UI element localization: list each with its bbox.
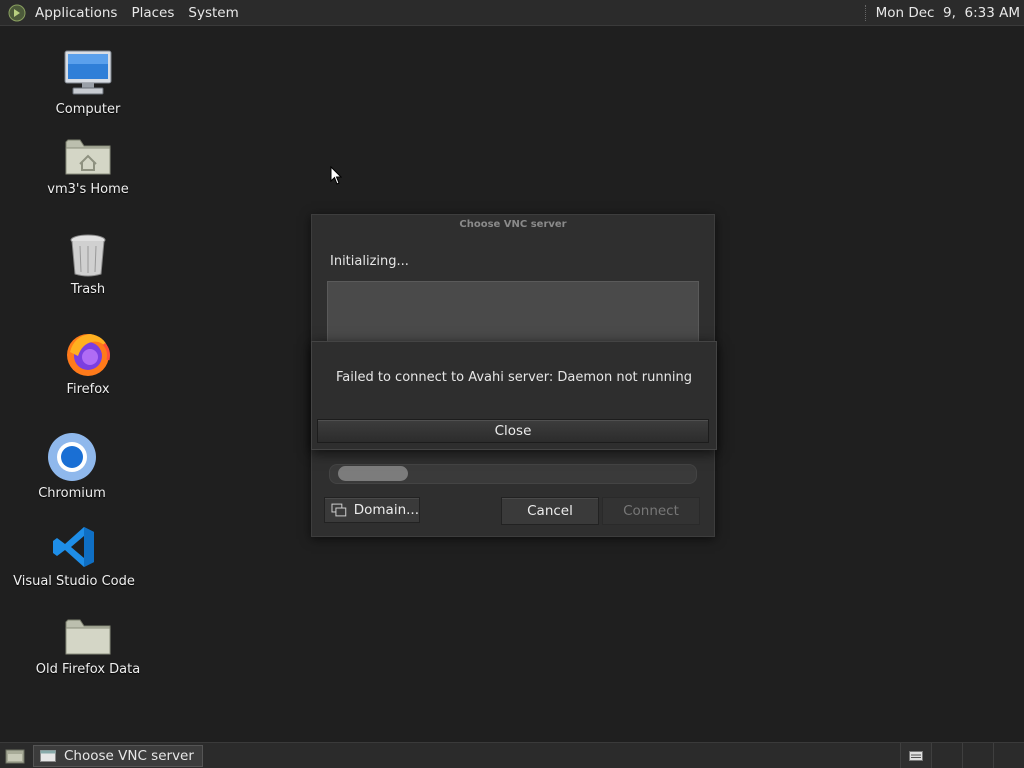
clock[interactable]: Mon Dec 9, 6:33 AM (876, 5, 1020, 21)
menu-places[interactable]: Places (124, 5, 181, 21)
top-panel: Applications Places System Mon Dec 9, 6:… (0, 0, 1024, 26)
vscode-icon (51, 516, 97, 570)
menu-logo-icon[interactable] (6, 2, 28, 24)
menu-system[interactable]: System (181, 5, 245, 21)
server-list[interactable] (327, 281, 699, 344)
workspace-window-icon (909, 750, 923, 761)
folder-icon (64, 604, 112, 658)
desktop-icon-label: Chromium (38, 486, 106, 501)
desktop-icon-label: Computer (55, 102, 121, 117)
chromium-icon (47, 428, 97, 482)
error-dialog: Failed to connect to Avahi server: Daemo… (311, 341, 717, 450)
desktop-icon-home[interactable]: vm3's Home (23, 124, 153, 197)
panel-separator (864, 4, 868, 21)
workspace-1[interactable] (900, 743, 931, 768)
domain-button[interactable]: Domain... (324, 497, 420, 523)
desktop-icon-label: Old Firefox Data (35, 662, 141, 677)
desktop-icon-label: Visual Studio Code (13, 574, 135, 589)
computer-icon (63, 44, 113, 98)
error-message: Failed to connect to Avahi server: Daemo… (336, 370, 692, 385)
home-folder-icon (64, 124, 112, 178)
workspace-switcher[interactable] (900, 743, 1024, 768)
desktop-icon-label: vm3's Home (47, 182, 129, 197)
desktop-icon-label: Trash (70, 282, 106, 297)
mouse-cursor-icon (330, 165, 343, 190)
bottom-panel: Choose VNC server (0, 742, 1024, 768)
dialog-title: Choose VNC server (459, 219, 567, 230)
workspace-3[interactable] (962, 743, 993, 768)
domain-icon (331, 503, 347, 517)
cancel-button[interactable]: Cancel (501, 497, 599, 525)
trash-icon (68, 224, 108, 278)
desktop-icon-vscode[interactable]: Visual Studio Code (9, 516, 139, 589)
progress-bar (329, 464, 697, 484)
firefox-icon (64, 324, 112, 378)
taskbar-item-label: Choose VNC server (64, 747, 194, 764)
window-icon (40, 749, 56, 762)
workspace-4[interactable] (993, 743, 1024, 768)
menu-applications[interactable]: Applications (28, 5, 124, 21)
desktop-icon-chromium[interactable]: Chromium (7, 428, 137, 501)
domain-button-label: Domain... (353, 502, 419, 518)
close-button[interactable]: Close (317, 419, 709, 443)
connect-button[interactable]: Connect (602, 497, 700, 525)
status-text: Initializing... (330, 254, 409, 269)
show-desktop-icon[interactable] (3, 746, 27, 766)
desktop-icon-firefox[interactable]: Firefox (23, 324, 153, 397)
desktop-icon-label: Firefox (66, 382, 110, 397)
desktop-icon-trash[interactable]: Trash (23, 224, 153, 297)
taskbar-item-vnc[interactable]: Choose VNC server (33, 744, 203, 767)
progress-bar-fill (338, 466, 408, 481)
workspace-2[interactable] (931, 743, 962, 768)
desktop-icon-computer[interactable]: Computer (23, 44, 153, 117)
desktop-icon-old-firefox-data[interactable]: Old Firefox Data (23, 604, 153, 677)
